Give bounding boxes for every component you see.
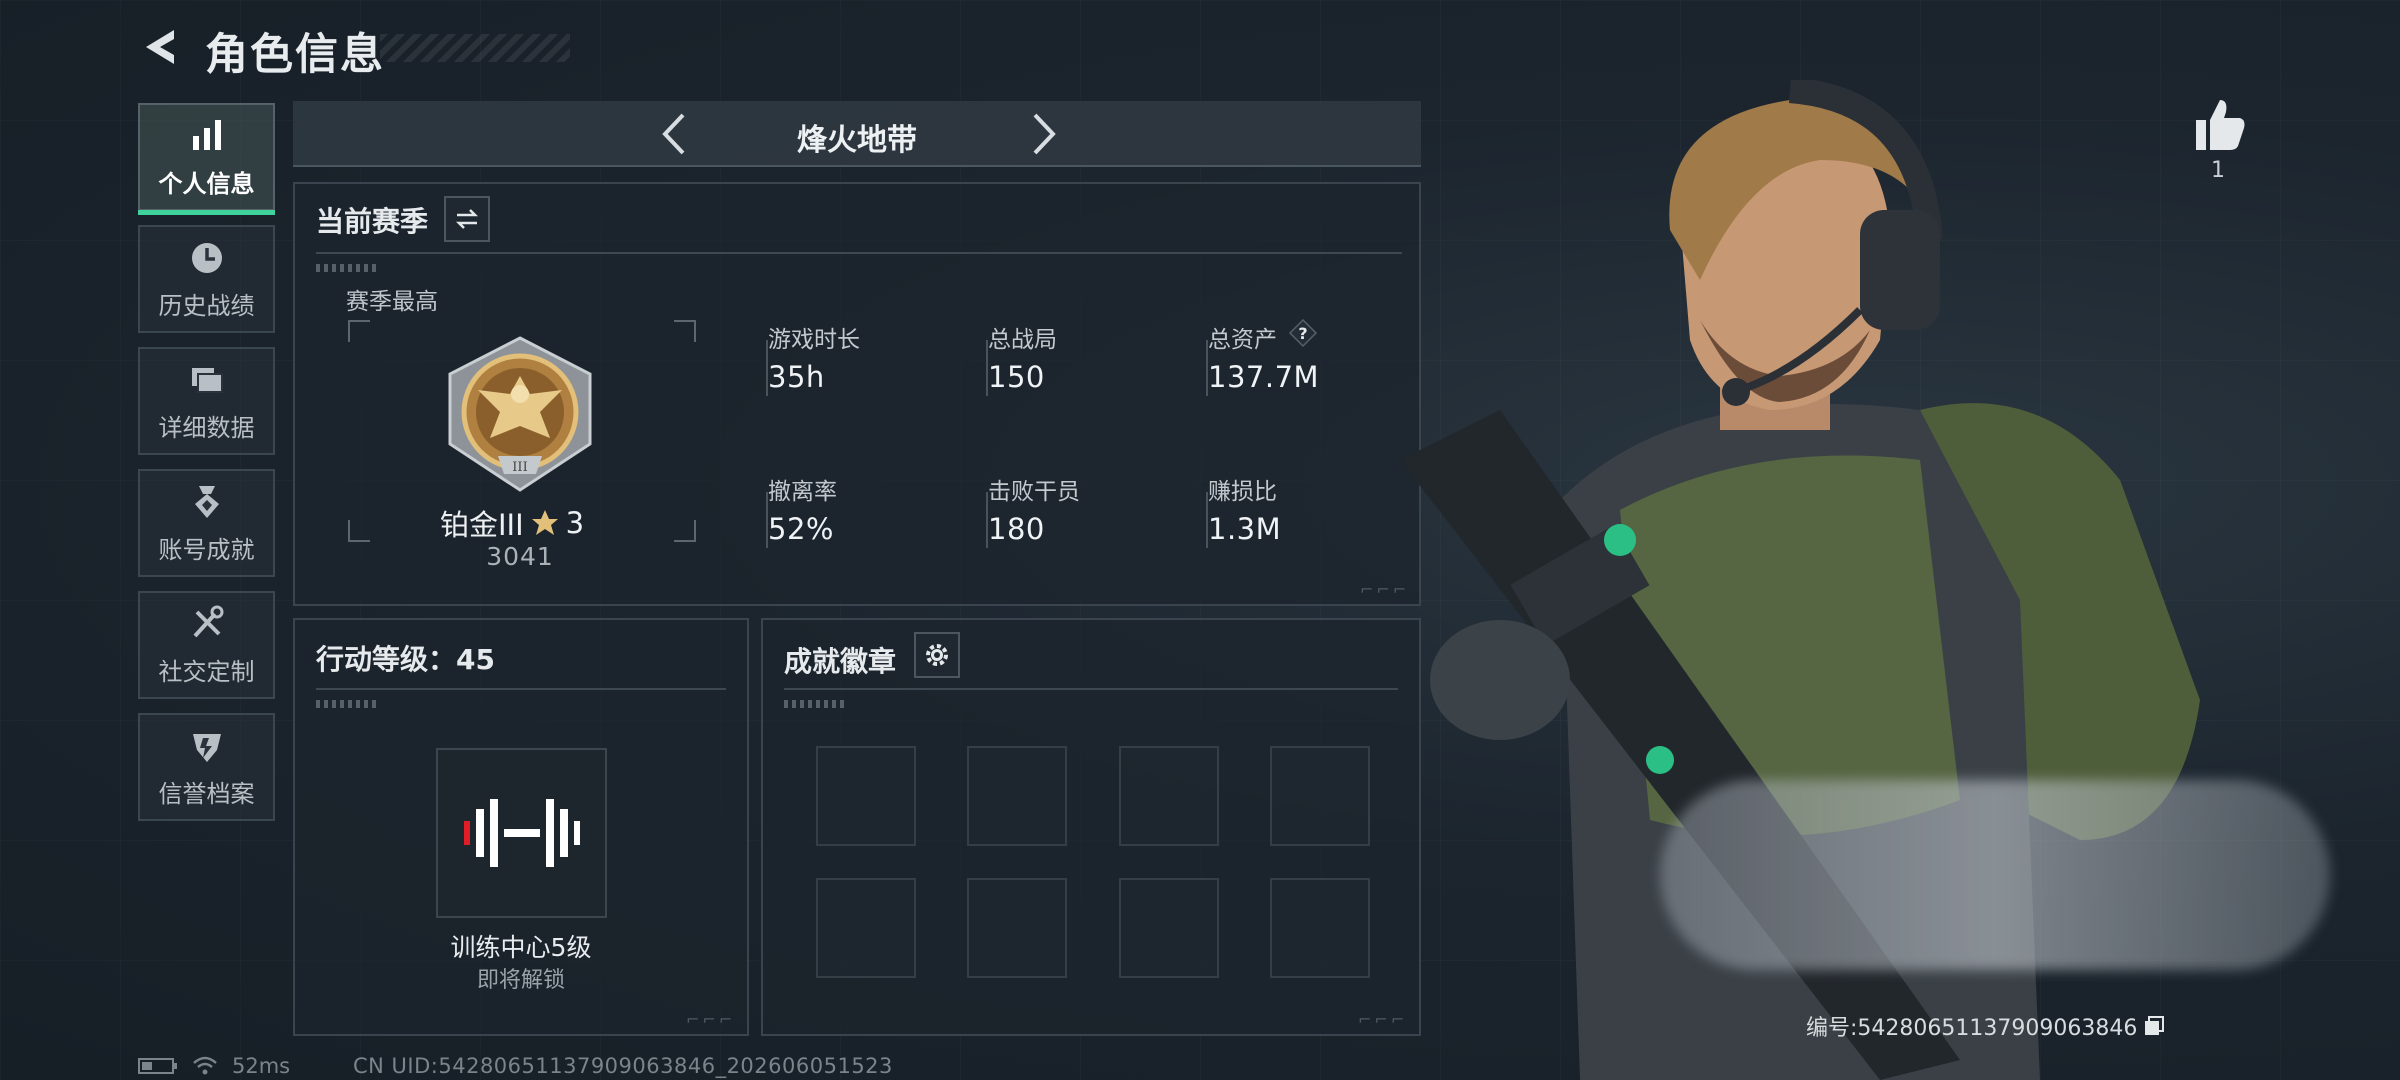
divider-dashes — [784, 700, 844, 708]
divider-dashes — [316, 700, 376, 708]
stat-label-total-matches: 总战局 — [988, 327, 1057, 353]
frame-corner — [674, 520, 696, 542]
frame-corner — [674, 320, 696, 342]
dumbbell-icon — [463, 799, 580, 867]
stat-value-total-assets: 137.7M — [1208, 360, 1320, 394]
badge-slot[interactable] — [816, 746, 916, 846]
frame-corner — [348, 320, 370, 342]
badge-slot[interactable] — [1119, 746, 1219, 846]
help-icon[interactable]: ? — [1288, 318, 1318, 348]
action-level-title: 行动等级：45 — [316, 643, 495, 676]
title-decoration — [380, 34, 570, 62]
chevron-right-icon[interactable] — [1017, 109, 1067, 159]
star-icon — [531, 510, 558, 535]
blurred-name-plate — [1660, 780, 2330, 970]
sidebar-item-reputation[interactable]: 信誉档案 — [138, 713, 275, 821]
sidebar-item-label: 个人信息 — [158, 169, 255, 198]
shield-icon — [192, 733, 221, 762]
achievement-settings-button[interactable] — [914, 632, 960, 678]
player-id: 编号:54280651137909063846 — [1806, 1016, 2138, 1041]
ping: 52ms — [232, 1054, 291, 1078]
player-id-row: 编号:54280651137909063846 — [1806, 1010, 2165, 1042]
page-title: 角色信息 — [205, 30, 385, 80]
stat-label-operators-defeated: 击败干员 — [988, 479, 1080, 505]
like-count: 1 — [2211, 158, 2225, 183]
rank-name: 铂金III — [440, 508, 524, 542]
stat-label-total-assets: 总资产 — [1208, 327, 1277, 353]
stat-label-profit-ratio: 赚损比 — [1208, 479, 1277, 505]
chevron-left-icon[interactable] — [651, 109, 701, 159]
frame-corner — [348, 520, 370, 542]
season-title: 当前赛季 — [316, 205, 429, 238]
training-center-status: 即将解锁 — [476, 968, 565, 993]
achievement-title: 成就徽章 — [784, 645, 897, 678]
panel-corner-ticks: ⌐⌐⌐ — [686, 1010, 736, 1029]
sidebar-item-label: 信誉档案 — [158, 779, 255, 808]
sidebar-item-personal-info[interactable]: 个人信息 — [138, 103, 275, 215]
clock-icon — [191, 242, 222, 273]
stat-value-extraction-rate: 52% — [768, 512, 834, 546]
sidebar-item-label: 详细数据 — [158, 413, 255, 442]
svg-text:?: ? — [1298, 324, 1307, 343]
divider — [316, 688, 726, 690]
divider — [316, 252, 1402, 254]
svg-text:III: III — [512, 460, 527, 475]
wifi-icon — [193, 1056, 217, 1075]
gear-icon — [926, 644, 948, 666]
copy-icon[interactable] — [2143, 1015, 2165, 1037]
folder-icon — [191, 367, 223, 393]
badge-slot[interactable] — [816, 878, 916, 978]
stat-label-extraction-rate: 撤离率 — [768, 479, 837, 505]
tools-icon — [193, 605, 223, 637]
divider-dashes — [316, 264, 376, 272]
training-center-card[interactable] — [436, 748, 607, 918]
rank-name-row: 铂金III 3 — [440, 502, 600, 544]
back-arrow-icon[interactable] — [138, 24, 184, 70]
sidebar-item-detailed-data[interactable]: 详细数据 — [138, 347, 275, 455]
rank-score: 3041 — [486, 542, 554, 571]
stat-value-total-matches: 150 — [988, 360, 1045, 394]
season-switch-button[interactable] — [444, 196, 490, 242]
sidebar-item-achievements[interactable]: 账号成就 — [138, 469, 275, 577]
badge-slot[interactable] — [967, 878, 1067, 978]
stat-label-play-time: 游戏时长 — [768, 327, 860, 353]
sidebar-item-label: 历史战绩 — [158, 291, 255, 320]
rank-stars: 3 — [565, 506, 585, 540]
thumbs-up-icon[interactable] — [2188, 94, 2250, 156]
stat-value-play-time: 35h — [768, 360, 825, 394]
battery-icon — [138, 1058, 177, 1074]
mode-name: 烽火地带 — [797, 123, 917, 158]
sidebar-item-match-history[interactable]: 历史战绩 — [138, 225, 275, 333]
platinum-rank-emblem-icon: III — [448, 336, 592, 492]
bar-chart-icon — [192, 119, 221, 150]
medal-icon — [194, 485, 219, 518]
divider — [784, 688, 1398, 690]
sidebar-item-social-custom[interactable]: 社交定制 — [138, 591, 275, 699]
training-center-name: 训练中心5级 — [450, 933, 592, 962]
sidebar-item-label: 社交定制 — [158, 657, 255, 686]
badge-slot[interactable] — [1119, 878, 1219, 978]
badge-slot[interactable] — [967, 746, 1067, 846]
stat-value-profit-ratio: 1.3M — [1208, 512, 1282, 546]
uid-line: CN UID:54280651137909063846_202606051523 — [353, 1054, 893, 1078]
mode-selector: 烽火地带 — [293, 101, 1421, 167]
season-best-label: 赛季最高 — [346, 289, 438, 315]
status-bar: 52ms — [138, 1054, 290, 1078]
swap-icon — [455, 209, 479, 229]
sidebar-item-label: 账号成就 — [158, 535, 255, 564]
stat-value-operators-defeated: 180 — [988, 512, 1045, 546]
